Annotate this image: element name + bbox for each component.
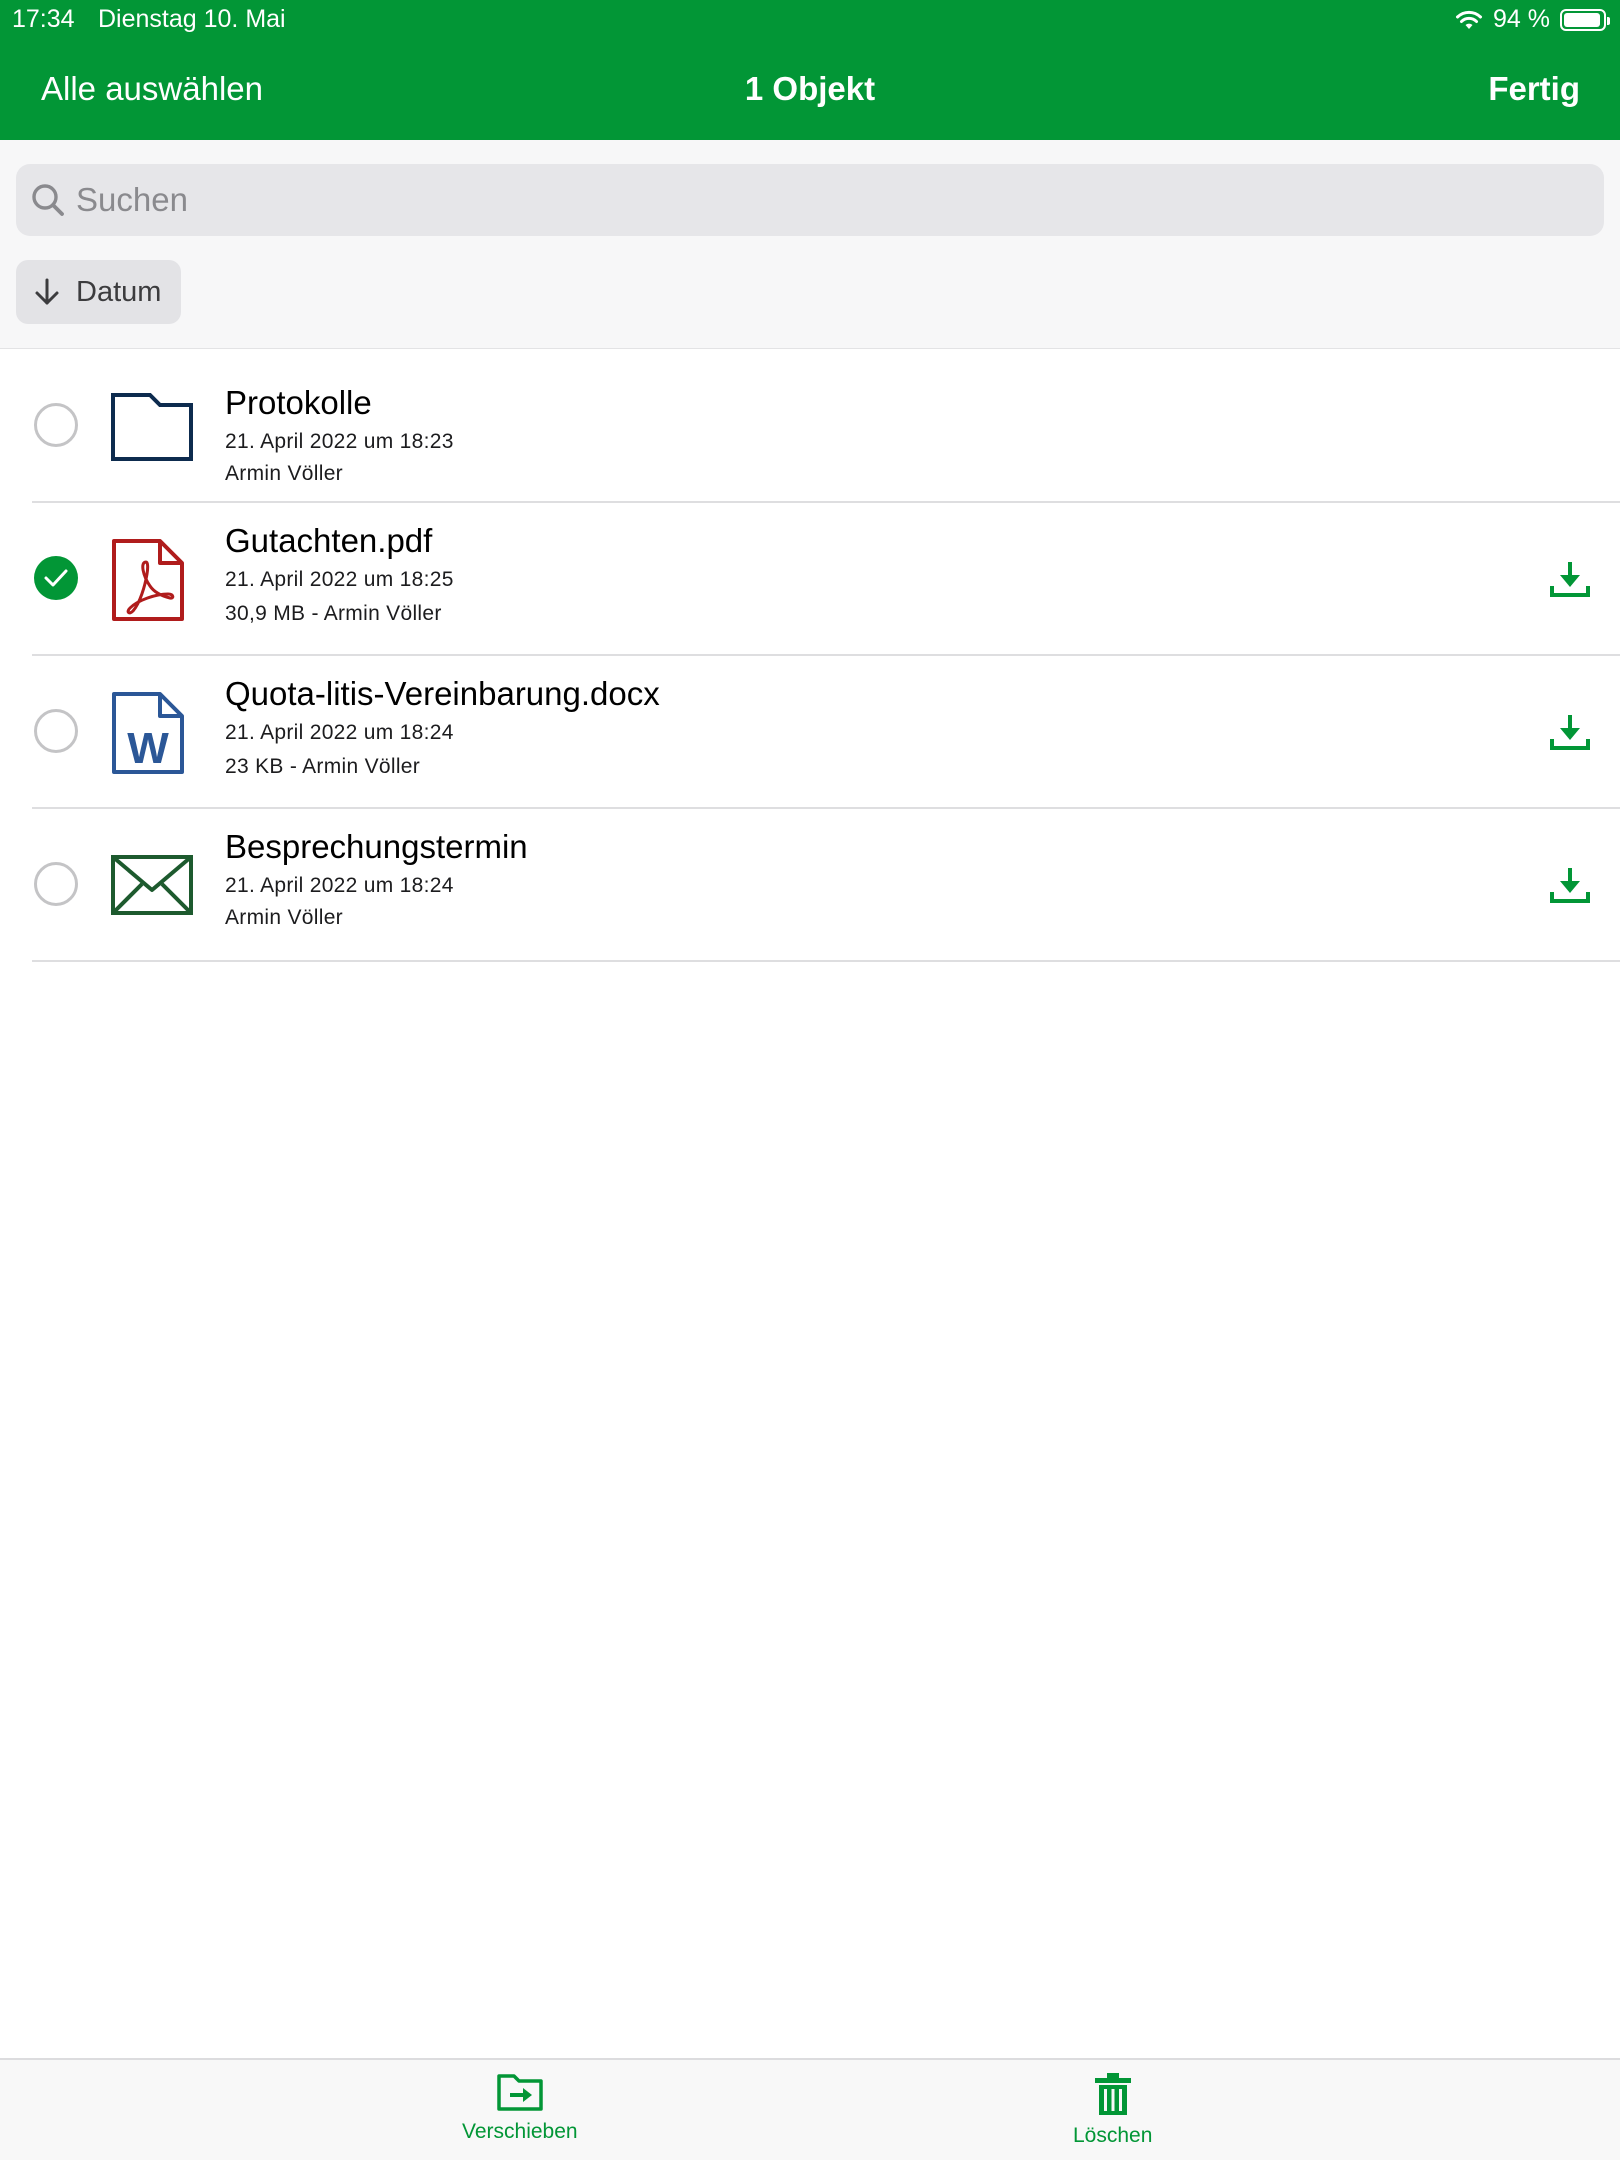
svg-text:W: W	[127, 724, 169, 773]
select-radio-checked[interactable]	[34, 556, 78, 600]
header-bar: 17:34 Dienstag 10. Mai 94 % Alle auswähl…	[0, 0, 1620, 140]
word-icon: W	[112, 692, 184, 774]
pdf-icon	[112, 539, 184, 621]
checkmark-icon	[44, 569, 68, 587]
select-radio[interactable]	[34, 862, 78, 906]
bottom-toolbar: Verschieben Löschen	[0, 2058, 1620, 2160]
status-indicators: 94 %	[1455, 5, 1610, 34]
file-info: 30,9 MB - Armin Völler	[225, 602, 442, 625]
battery-icon	[1560, 8, 1610, 31]
sort-date-button[interactable]: Datum	[16, 260, 182, 324]
folder-icon	[111, 393, 193, 461]
download-icon[interactable]	[1550, 560, 1590, 598]
list-item[interactable]: Besprechungstermin 21. April 2022 um 18:…	[32, 809, 1620, 962]
file-name: Gutachten.pdf	[225, 522, 433, 559]
select-all-button[interactable]: Alle auswählen	[41, 70, 263, 108]
list-item[interactable]: W Quota-litis-Vereinbarung.docx 21. Apri…	[32, 656, 1620, 809]
file-name: Quota-litis-Vereinbarung.docx	[225, 675, 660, 712]
file-date: 21. April 2022 um 18:24	[225, 874, 454, 897]
file-date: 21. April 2022 um 18:24	[225, 721, 454, 744]
list-item[interactable]: Protokolle 21. April 2022 um 18:23 Armin…	[32, 350, 1620, 503]
filter-area: Datum	[0, 140, 1620, 349]
folder-move-icon	[497, 2074, 543, 2111]
search-input[interactable]	[76, 181, 1476, 219]
delete-label: Löschen	[1073, 2124, 1153, 2147]
select-radio[interactable]	[34, 709, 78, 753]
sort-label: Datum	[76, 275, 162, 308]
list-item[interactable]: Gutachten.pdf 21. April 2022 um 18:25 30…	[32, 503, 1620, 656]
file-info: Armin Völler	[225, 906, 343, 929]
move-label: Verschieben	[462, 2120, 578, 2143]
file-info: Armin Völler	[225, 462, 343, 485]
delete-button[interactable]: Löschen	[1073, 2072, 1152, 2148]
search-icon	[32, 184, 64, 216]
file-info: 23 KB - Armin Völler	[225, 755, 421, 778]
select-radio[interactable]	[34, 403, 78, 447]
file-date: 21. April 2022 um 18:23	[225, 430, 454, 453]
file-list: Protokolle 21. April 2022 um 18:23 Armin…	[0, 350, 1620, 962]
arrow-down-icon	[35, 278, 59, 305]
move-button[interactable]: Verschieben	[462, 2072, 578, 2144]
search-bar[interactable]	[16, 164, 1604, 236]
wifi-icon	[1456, 10, 1483, 29]
file-date: 21. April 2022 um 18:25	[225, 568, 454, 591]
status-date: Dienstag 10. Mai	[98, 5, 286, 33]
status-time: 17:34	[12, 5, 75, 33]
download-icon[interactable]	[1550, 713, 1590, 751]
file-name: Protokolle	[225, 384, 372, 421]
status-bar: 17:34 Dienstag 10. Mai 94 %	[0, 0, 1620, 40]
download-icon[interactable]	[1550, 866, 1590, 904]
battery-percent: 94 %	[1493, 5, 1550, 33]
done-button[interactable]: Fertig	[1488, 70, 1580, 108]
mail-icon	[111, 855, 193, 915]
file-name: Besprechungstermin	[225, 828, 528, 865]
trash-icon	[1094, 2073, 1131, 2115]
